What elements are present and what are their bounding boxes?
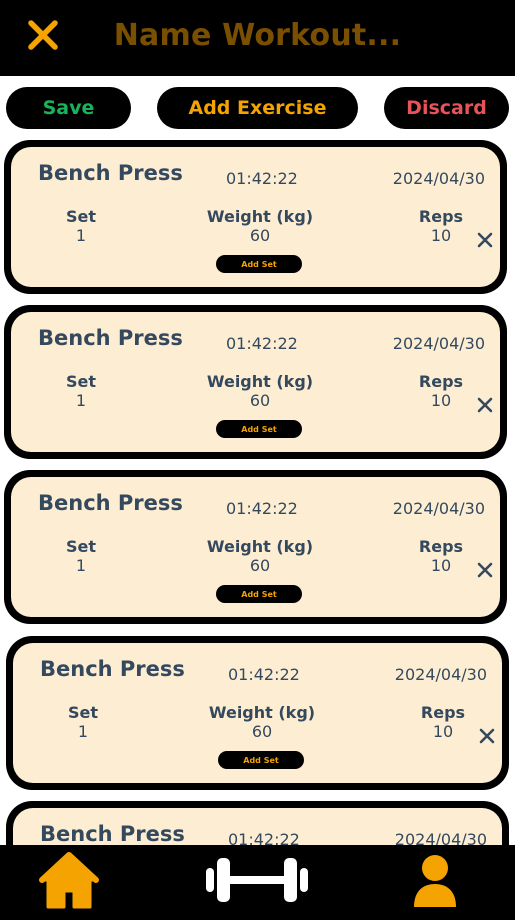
close-icon — [477, 562, 493, 578]
nav-profile-button[interactable] — [412, 853, 458, 909]
exercise-card-body: Bench Press 01:42:22 2024/04/30 Set Weig… — [13, 643, 502, 783]
workout-name-title[interactable]: Name Workout... — [0, 18, 515, 53]
save-button[interactable]: Save — [6, 87, 131, 129]
top-bar: Name Workout... — [0, 0, 515, 76]
set-value: 1 — [75, 391, 87, 410]
exercise-name: Bench Press — [38, 161, 183, 185]
remove-set-button[interactable] — [474, 559, 496, 581]
reps-value[interactable]: 10 — [414, 556, 468, 575]
exercise-card: Bench Press 01:42:22 2024/04/30 Set Weig… — [4, 305, 507, 459]
nav-home-button[interactable] — [38, 851, 100, 909]
weight-value[interactable]: 60 — [203, 722, 321, 741]
exercise-card: Bench Press 01:42:22 2024/04/30 Set Weig… — [6, 636, 509, 790]
exercise-card-body: Bench Press 01:42:22 2024/04/30 Set Weig… — [13, 808, 502, 845]
weight-value[interactable]: 60 — [201, 391, 319, 410]
exercise-card-body: Bench Press 01:42:22 2024/04/30 Set Weig… — [11, 147, 500, 287]
exercise-card: Bench Press 01:42:22 2024/04/30 Set Weig… — [6, 801, 509, 845]
reps-value[interactable]: 10 — [414, 391, 468, 410]
nav-workout-button[interactable] — [204, 855, 310, 905]
exercise-date: 2024/04/30 — [392, 499, 485, 518]
dumbbell-icon — [206, 858, 308, 902]
reps-header: Reps — [420, 703, 466, 722]
exercise-date: 2024/04/30 — [392, 169, 485, 188]
remove-set-button[interactable] — [474, 394, 496, 416]
exercise-date: 2024/04/30 — [394, 665, 487, 684]
set-header: Set — [65, 372, 97, 391]
exercise-card: Bench Press 01:42:22 2024/04/30 Set Weig… — [4, 470, 507, 624]
exercise-time: 01:42:22 — [226, 499, 298, 518]
weight-header: Weight (kg) — [208, 703, 316, 722]
set-value: 1 — [75, 556, 87, 575]
exercise-time: 01:42:22 — [228, 665, 300, 684]
reps-header: Reps — [418, 537, 464, 556]
exercise-name: Bench Press — [40, 822, 185, 845]
exercise-time: 01:42:22 — [228, 830, 300, 845]
user-icon — [414, 855, 456, 907]
exercise-name: Bench Press — [38, 491, 183, 515]
weight-header: Weight (kg) — [206, 372, 314, 391]
weight-value[interactable]: 60 — [201, 226, 319, 245]
reps-header: Reps — [418, 372, 464, 391]
exercise-date: 2024/04/30 — [394, 830, 487, 845]
exercise-date: 2024/04/30 — [392, 334, 485, 353]
weight-header: Weight (kg) — [206, 537, 314, 556]
set-header: Set — [67, 703, 99, 722]
close-icon — [477, 232, 493, 248]
set-value: 1 — [75, 226, 87, 245]
weight-header: Weight (kg) — [206, 207, 314, 226]
exercise-card: Bench Press 01:42:22 2024/04/30 Set Weig… — [4, 140, 507, 294]
reps-value[interactable]: 10 — [414, 226, 468, 245]
add-set-button[interactable]: Add Set — [218, 751, 304, 769]
exercise-card-body: Bench Press 01:42:22 2024/04/30 Set Weig… — [11, 477, 500, 617]
exercise-time: 01:42:22 — [226, 169, 298, 188]
add-set-button[interactable]: Add Set — [216, 255, 302, 273]
set-header: Set — [65, 207, 97, 226]
exercise-time: 01:42:22 — [226, 334, 298, 353]
reps-header: Reps — [418, 207, 464, 226]
exercise-card-body: Bench Press 01:42:22 2024/04/30 Set Weig… — [11, 312, 500, 452]
set-value: 1 — [77, 722, 89, 741]
close-icon — [479, 728, 495, 744]
remove-set-button[interactable] — [476, 725, 498, 747]
exercise-name: Bench Press — [40, 657, 185, 681]
add-set-button[interactable]: Add Set — [216, 585, 302, 603]
home-icon — [39, 852, 99, 909]
discard-button[interactable]: Discard — [384, 87, 509, 129]
exercise-name: Bench Press — [38, 326, 183, 350]
add-exercise-button[interactable]: Add Exercise — [157, 87, 358, 129]
reps-value[interactable]: 10 — [416, 722, 470, 741]
close-icon — [477, 397, 493, 413]
weight-value[interactable]: 60 — [201, 556, 319, 575]
set-header: Set — [65, 537, 97, 556]
add-set-button[interactable]: Add Set — [216, 420, 302, 438]
bottom-nav — [0, 845, 515, 920]
remove-set-button[interactable] — [474, 229, 496, 251]
